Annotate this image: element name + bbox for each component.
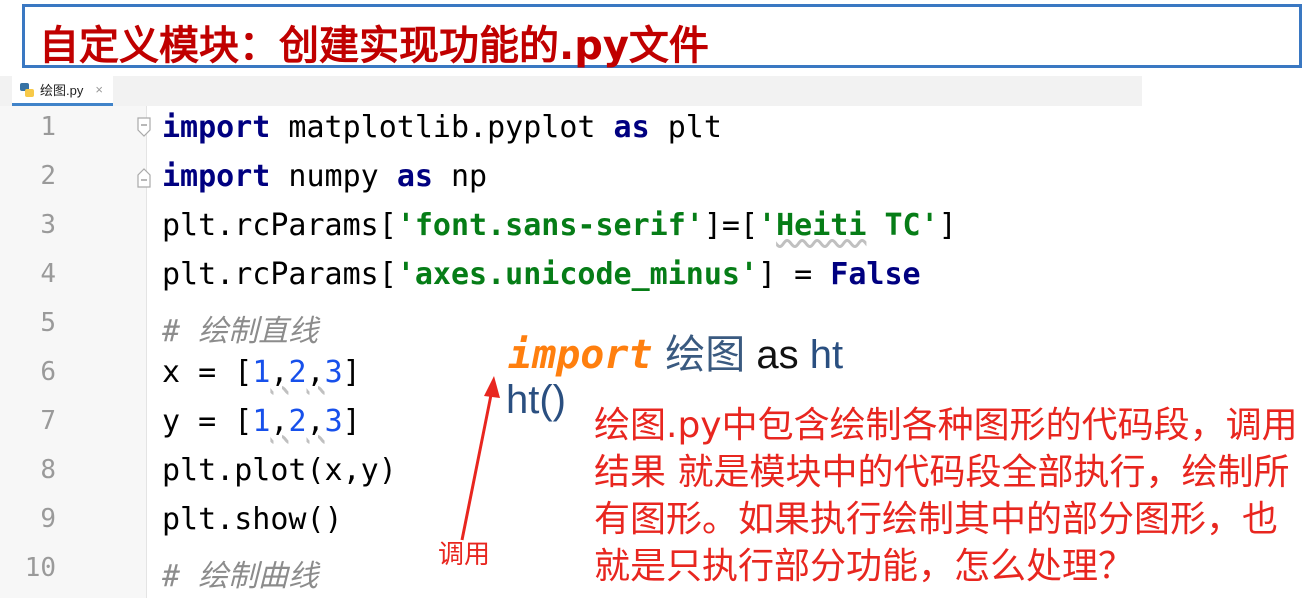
line-number: 6 bbox=[40, 357, 56, 387]
line-number: 10 bbox=[24, 553, 56, 583]
line-number: 7 bbox=[40, 406, 56, 436]
code-line: 1 import matplotlib.pyplot as plt bbox=[0, 106, 1142, 155]
call-annotation: ht() bbox=[506, 378, 566, 422]
code-comment: # 绘制曲线 bbox=[162, 559, 319, 594]
python-file-icon bbox=[20, 82, 34, 97]
code-text: import matplotlib.pyplot as plt bbox=[162, 110, 722, 145]
explanation-note: 绘图.py中包含绘制各种图形的代码段，调用结果 就是模块中的代码段全部执行，绘制… bbox=[594, 405, 1298, 587]
title-banner: 自定义模块：创建实现功能的.py文件 bbox=[22, 4, 1302, 69]
code-text: import numpy as np bbox=[162, 159, 488, 194]
line-number: 2 bbox=[40, 161, 56, 191]
tab-filename: 绘图.py bbox=[40, 83, 84, 98]
code-text: plt.show() bbox=[162, 502, 343, 537]
code-comment: # 绘制直线 bbox=[162, 314, 319, 349]
code-text: plt.rcParams['axes.unicode_minus'] = Fal… bbox=[162, 257, 921, 292]
code-text: plt.plot(x,y) bbox=[162, 453, 397, 488]
editor-tab-bar: 绘图.py × bbox=[0, 76, 1142, 107]
code-line: 4 plt.rcParams['axes.unicode_minus'] = F… bbox=[0, 253, 1142, 302]
import-statement-annotation: import 绘图 as ht bbox=[508, 332, 844, 378]
tab-file[interactable]: 绘图.py × bbox=[12, 76, 113, 106]
code-line: 3 plt.rcParams['font.sans-serif']=['Heit… bbox=[0, 204, 1142, 253]
line-number: 3 bbox=[40, 210, 56, 240]
fold-icon[interactable] bbox=[134, 116, 154, 140]
slide-title: 自定义模块：创建实现功能的.py文件 bbox=[39, 23, 709, 69]
line-number: 1 bbox=[40, 112, 56, 142]
line-number: 8 bbox=[40, 455, 56, 485]
code-text: x = [1,2,3] bbox=[162, 355, 361, 390]
close-icon[interactable]: × bbox=[95, 82, 103, 97]
line-number: 4 bbox=[40, 259, 56, 289]
arrow-label: 调用 bbox=[438, 540, 491, 570]
fold-icon[interactable] bbox=[134, 165, 154, 189]
line-number: 9 bbox=[40, 504, 56, 534]
code-text: y = [1,2,3] bbox=[162, 404, 361, 439]
line-number: 5 bbox=[40, 308, 56, 338]
code-text: plt.rcParams['font.sans-serif']=['Heiti … bbox=[162, 208, 957, 243]
code-line: 2 import numpy as np bbox=[0, 155, 1142, 204]
